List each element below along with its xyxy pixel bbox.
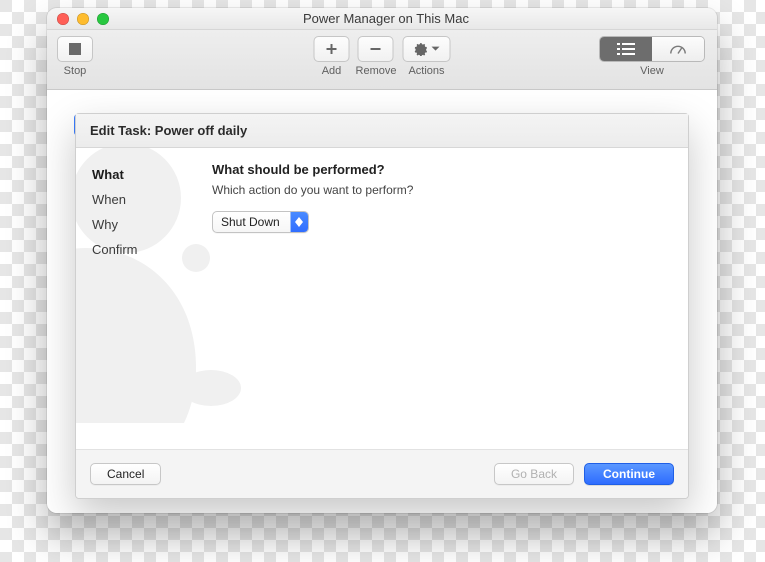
stop-icon — [69, 43, 81, 55]
gauge-icon — [669, 42, 687, 56]
sidebar-item-when[interactable]: When — [92, 187, 194, 212]
sheet-title: Edit Task: Power off daily — [76, 114, 688, 148]
stop-button[interactable] — [57, 36, 93, 62]
chevron-down-icon — [431, 46, 439, 52]
actions-label: Actions — [408, 65, 444, 77]
view-gauge-button[interactable] — [652, 37, 704, 61]
sheet-body: What When Why Confirm What should be per… — [76, 148, 688, 450]
view-segmented[interactable] — [599, 36, 705, 62]
view-list-button[interactable] — [600, 37, 652, 61]
toolbar-center: Add Remove Actions — [314, 36, 451, 77]
remove-label: Remove — [356, 65, 397, 77]
go-back-button: Go Back — [494, 463, 574, 485]
toolbar: Stop Add Remove Actions — [47, 30, 717, 90]
app-window: Power Manager on This Mac Stop Add Remov… — [47, 8, 717, 513]
toolbar-actions-group: Actions — [402, 36, 450, 77]
toolbar-remove-group: Remove — [356, 36, 397, 77]
footer-right-buttons: Go Back Continue — [494, 463, 674, 485]
plus-icon — [325, 42, 339, 56]
sidebar-item-confirm[interactable]: Confirm — [92, 237, 194, 262]
sidebar-item-what[interactable]: What — [92, 162, 194, 187]
toolbar-view-group: View — [599, 36, 705, 77]
sidebar-item-why[interactable]: Why — [92, 212, 194, 237]
step-panel: What should be performed? Which action d… — [194, 148, 688, 449]
question-title: What should be performed? — [212, 162, 670, 177]
stop-label: Stop — [64, 65, 87, 77]
question-subtitle: Which action do you want to perform? — [212, 183, 670, 197]
sheet-footer: Cancel Go Back Continue — [76, 450, 688, 498]
action-select[interactable]: Shut Down — [212, 211, 309, 233]
action-select-value: Shut Down — [213, 215, 290, 229]
actions-button[interactable] — [402, 36, 450, 62]
minus-icon — [369, 42, 383, 56]
select-stepper-icon — [290, 211, 308, 233]
view-label: View — [640, 65, 664, 77]
remove-button[interactable] — [358, 36, 394, 62]
add-button[interactable] — [314, 36, 350, 62]
toolbar-add-group: Add — [314, 36, 350, 77]
continue-button[interactable]: Continue — [584, 463, 674, 485]
steps-sidebar: What When Why Confirm — [76, 148, 194, 449]
edit-task-sheet: Edit Task: Power off daily What When Why… — [75, 113, 689, 499]
cancel-button[interactable]: Cancel — [90, 463, 161, 485]
add-label: Add — [322, 65, 342, 77]
toolbar-stop-group: Stop — [57, 36, 93, 77]
list-icon — [617, 42, 635, 56]
window-title: Power Manager on This Mac — [65, 11, 707, 26]
titlebar: Power Manager on This Mac — [47, 8, 717, 30]
gear-icon — [413, 42, 427, 56]
